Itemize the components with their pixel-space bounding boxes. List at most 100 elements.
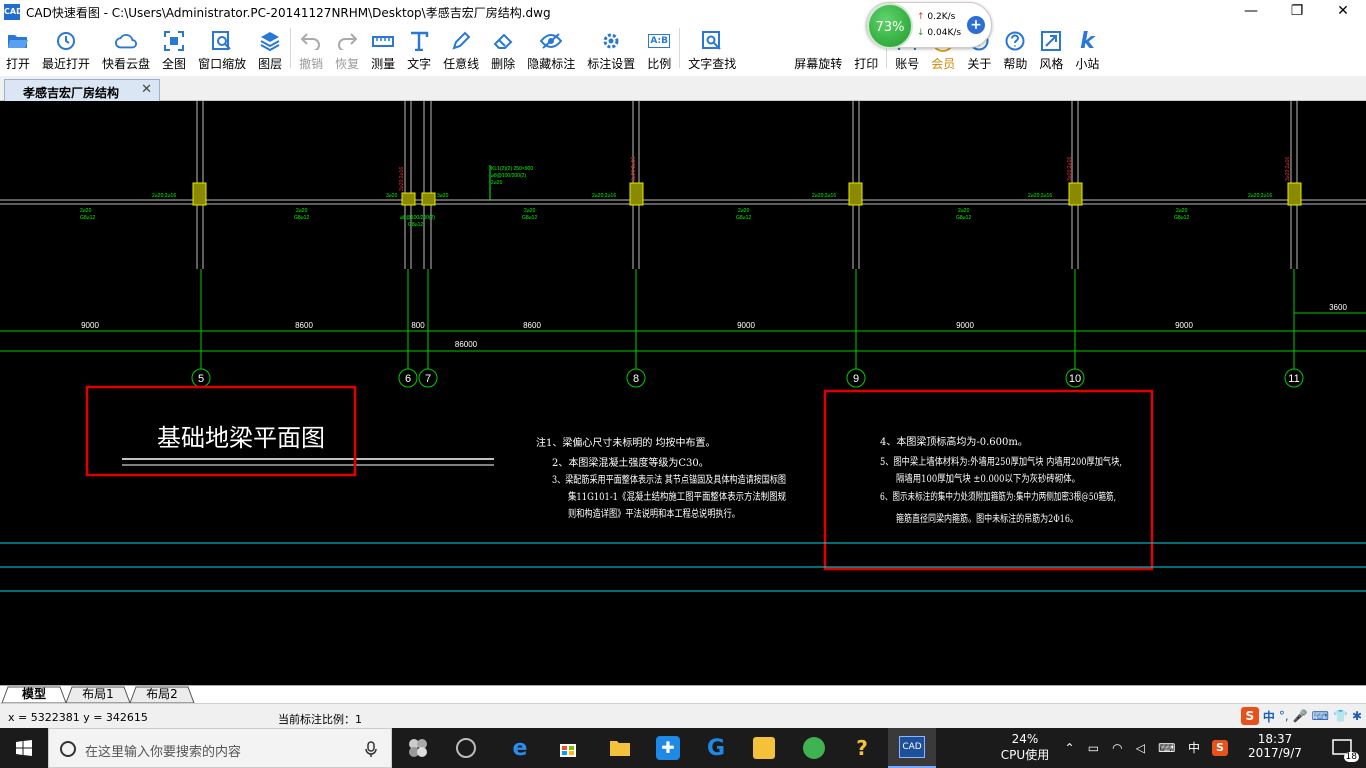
fit-view-button[interactable]: 全图 [156, 24, 192, 72]
tools-icon[interactable]: ✱ [1352, 709, 1362, 723]
help-button[interactable]: 帮助 [997, 24, 1033, 72]
recent-open-button[interactable]: 最近打开 [36, 24, 96, 72]
text-search-button[interactable]: 文字查找 [682, 24, 742, 72]
axis-label: 5 [198, 373, 204, 385]
ime-toolbar[interactable]: S 中 °, 🎤 ⌨ 👕 ✱ [1240, 706, 1362, 726]
scale-button[interactable]: A:B 比例 [641, 24, 677, 72]
ime-language[interactable]: 中 [1263, 708, 1275, 725]
edge-icon: e [512, 735, 528, 761]
plus-app-icon: ✚ [656, 736, 680, 760]
store-icon [560, 744, 576, 757]
network-speed-widget[interactable]: 73% ↑ 0.2K/s ↓ 0.04K/s + [866, 2, 992, 49]
task-view-button[interactable] [394, 728, 442, 768]
search-placeholder: 在这里输入你要搜索的内容 [85, 745, 242, 760]
cad-app-icon: CAD [899, 736, 925, 758]
cpu-percent: 24% [1011, 732, 1039, 746]
hide-eye-icon [540, 30, 563, 52]
edge-app[interactable]: e [496, 728, 544, 768]
document-tab[interactable]: 孝感吉宏厂房结构 ✕ [4, 79, 160, 101]
axis-label: 6 [405, 373, 411, 385]
document-tab-label: 孝感吉宏厂房结构 [23, 86, 120, 100]
skin-icon[interactable]: 👕 [1333, 709, 1348, 723]
input-language[interactable]: 中 [1184, 728, 1204, 768]
upload-arrow-icon: ↑ [917, 12, 925, 22]
tab-model[interactable]: 模型 [8, 686, 60, 703]
cpu-usage[interactable]: 24% CPU使用 [990, 728, 1060, 768]
k-icon-text: k [1080, 28, 1095, 54]
beam-top-rebar: 2⌀20;2⌀16 [152, 193, 176, 199]
drawing-canvas[interactable]: 5 6 7 8 9 10 11 9000 8600 800 8600 9000 … [0, 101, 1366, 685]
start-button[interactable] [0, 728, 48, 768]
cad-viewer-app[interactable]: CAD [888, 728, 936, 768]
file-explorer-app[interactable] [596, 728, 644, 768]
span-dimension: 9000 [1175, 321, 1193, 330]
delete-button[interactable]: 删除 [485, 24, 521, 72]
measure-button[interactable]: 测量 [365, 24, 401, 72]
taskbar-search[interactable]: 在这里输入你要搜索的内容 [48, 728, 392, 768]
sogou-logo-icon: S [1240, 707, 1259, 725]
chevron-up-icon[interactable]: ⌃ [1065, 741, 1075, 755]
span-dimension: 9000 [956, 321, 974, 330]
tab-layout1[interactable]: 布局1 [72, 686, 124, 703]
total-dimension: 86000 [455, 340, 478, 349]
cloud-drive-button[interactable]: 快看云盘 [96, 24, 156, 72]
network-icon[interactable]: ◠ [1112, 741, 1122, 755]
beam-stirrup: G8⌀12 [522, 215, 537, 221]
ime-punctuation[interactable]: °, [1279, 709, 1289, 723]
span-dimension: 3600 [1329, 303, 1347, 312]
note-line: 4、本图梁顶标高均为-0.600m。 [880, 435, 1028, 448]
red-rebar-label: 3⌀20;2⌀16 [399, 167, 405, 191]
column-block [629, 182, 644, 206]
browser-app[interactable] [442, 728, 490, 768]
window-controls: — ❐ ✕ [1228, 0, 1366, 24]
cursor-coordinates: x = 5322381 y = 342615 [8, 711, 148, 724]
hide-annotation-button[interactable]: 隐藏标注 [521, 24, 581, 72]
clock[interactable]: 18:37 2017/9/7 [1240, 728, 1310, 768]
notes-app[interactable] [740, 728, 788, 768]
span-dimension: 9000 [81, 321, 99, 330]
undo-button[interactable]: 撤销 [293, 24, 329, 72]
axis-label: 7 [425, 373, 431, 385]
cloud-drive-label: 快看云盘 [102, 57, 151, 71]
store-app[interactable] [544, 728, 592, 768]
k-site-button[interactable]: k 小站 [1069, 24, 1105, 72]
text-button[interactable]: 文字 [401, 24, 437, 72]
accelerate-button[interactable]: + [967, 16, 985, 34]
keyboard-icon[interactable]: ⌨ [1312, 709, 1329, 723]
notification-center[interactable]: 18 [1322, 728, 1362, 768]
sogou-tray-icon[interactable]: S [1212, 728, 1232, 768]
freehand-line-button[interactable]: 任意线 [437, 24, 485, 72]
zoom-window-button[interactable]: 窗口缩放 [192, 24, 252, 72]
volume-icon[interactable]: ◁ [1136, 741, 1145, 755]
hide-annotation-label: 隐藏标注 [527, 57, 576, 71]
help-app[interactable]: ? [838, 728, 886, 768]
notification-count: 18 [1343, 752, 1359, 762]
small-beam-stirrup: G8⌀12 [408, 222, 423, 228]
column-block [1068, 182, 1083, 206]
layers-button[interactable]: 图层 [252, 24, 288, 72]
rotate-screen-button[interactable]: 屏幕旋转 [788, 24, 848, 72]
close-button[interactable]: ✕ [1320, 0, 1366, 24]
close-tab-icon[interactable]: ✕ [141, 82, 152, 97]
open-label: 打开 [6, 57, 31, 71]
open-button[interactable]: 打开 [0, 24, 36, 72]
g-app[interactable]: G [692, 728, 740, 768]
note-line: 隔墙用100厚加气块 ±0.000以下为灰砂砖砌体。 [896, 472, 1080, 485]
note-line: 注1、梁偏心尺寸未标明的 均按中布置。 [536, 436, 716, 449]
keyboard-icon[interactable]: ⌨ [1158, 741, 1175, 755]
cad-helper-app[interactable]: ✚ [644, 728, 692, 768]
system-tray: ⌃ ▭ ◠ ◁ ⌨ [1058, 728, 1182, 768]
minimize-button[interactable]: — [1228, 0, 1274, 24]
redo-button[interactable]: 恢复 [329, 24, 365, 72]
style-label: 风格 [1039, 57, 1064, 71]
battery-icon[interactable]: ▭ [1088, 741, 1099, 755]
beam-stirrup: G8⌀12 [80, 215, 95, 221]
memory-usage-gauge[interactable]: 73% [867, 3, 913, 49]
restore-button[interactable]: ❐ [1274, 0, 1320, 24]
microphone-icon[interactable]: 🎤 [1293, 709, 1308, 723]
style-button[interactable]: 风格 [1033, 24, 1069, 72]
green-app[interactable] [790, 728, 838, 768]
tab-layout2[interactable]: 布局2 [136, 686, 188, 703]
beam-stirrup: G8⌀12 [736, 215, 751, 221]
annotation-settings-button[interactable]: 标注设置 [581, 24, 641, 72]
